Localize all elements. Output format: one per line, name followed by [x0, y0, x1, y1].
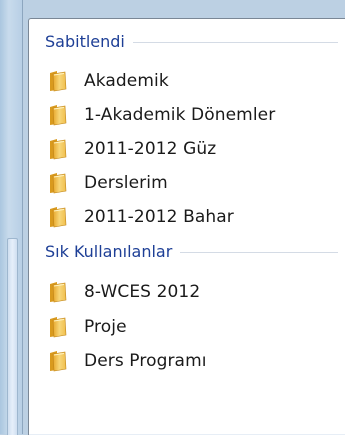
- folder-icon: [49, 316, 67, 338]
- section-header-label: Sık Kullanılanlar: [45, 241, 173, 261]
- list-item-label: Proje: [84, 317, 127, 337]
- list-item-label: 2011-2012 Güz: [84, 139, 217, 159]
- folder-icon: [49, 172, 67, 194]
- folder-icon: [49, 70, 67, 92]
- list-item-akademik-donemler[interactable]: 1-Akademik Dönemler: [49, 99, 340, 131]
- list-item-2011-2012-guz[interactable]: 2011-2012 Güz: [49, 133, 340, 165]
- list-item-ders-programi[interactable]: Ders Programı: [49, 345, 340, 377]
- folder-icon: [49, 206, 67, 228]
- folder-icon: [49, 350, 67, 372]
- list-item-derslerim[interactable]: Derslerim: [49, 167, 340, 199]
- folder-icon: [49, 138, 67, 160]
- list-item-proje[interactable]: Proje: [49, 311, 340, 343]
- section-header-label: Sabitlendi: [45, 31, 125, 51]
- list-item-label: 8-WCES 2012: [84, 282, 201, 302]
- jump-list-panel: Sabitlendi Akademik 1-Akademik Dönemler …: [28, 18, 345, 435]
- section-header-pinned: Sabitlendi: [45, 31, 338, 51]
- scrollbar-thumb[interactable]: [7, 238, 18, 435]
- list-item-label: 1-Akademik Dönemler: [84, 105, 276, 125]
- section-divider: [132, 41, 338, 43]
- section-header-frequent: Sık Kullanılanlar: [45, 241, 338, 261]
- window-frame-left: [0, 0, 23, 435]
- list-item-label: Akademik: [84, 71, 169, 91]
- section-divider: [180, 251, 338, 253]
- list-item-label: Derslerim: [84, 173, 168, 193]
- list-item-2011-2012-bahar[interactable]: 2011-2012 Bahar: [49, 201, 340, 233]
- list-item-label: Ders Programı: [84, 351, 207, 371]
- list-item-label: 2011-2012 Bahar: [84, 207, 234, 227]
- list-item-8-wces-2012[interactable]: 8-WCES 2012: [49, 276, 340, 308]
- folder-icon: [49, 104, 67, 126]
- list-item-akademik[interactable]: Akademik: [49, 65, 340, 97]
- folder-icon: [49, 281, 67, 303]
